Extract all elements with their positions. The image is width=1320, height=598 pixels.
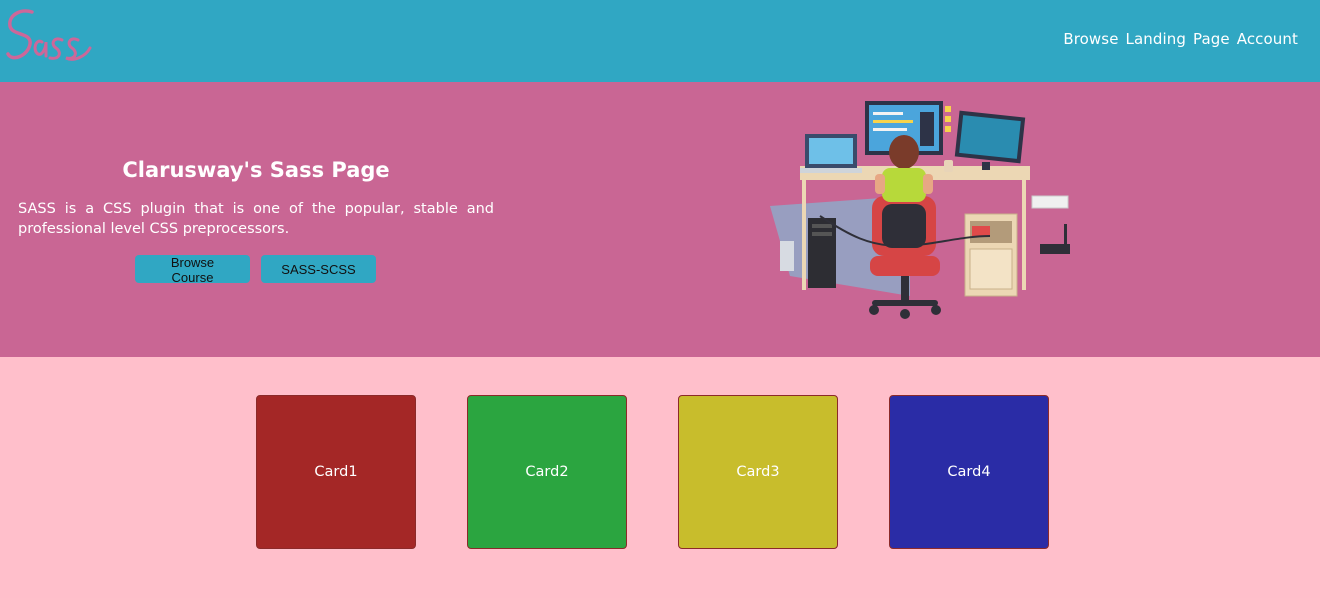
nav-account[interactable]: Account [1237, 30, 1298, 48]
hero-buttons: Browse Course SASS-SCSS [135, 255, 376, 285]
site-header: Browse Landing Page Account [0, 0, 1320, 82]
hero-section: Clarusway's Sass Page SASS is a CSS plug… [0, 82, 1320, 357]
sass-scss-button[interactable]: SASS-SCSS [261, 255, 376, 283]
hero-title: Clarusway's Sass Page [122, 158, 390, 182]
main-nav: Browse Landing Page Account [1063, 30, 1298, 48]
nav-browse[interactable]: Browse [1063, 30, 1118, 48]
sass-logo-icon[interactable] [2, 2, 94, 74]
cards-row: Card1 Card2 Card3 Card4 [256, 395, 1049, 549]
hero-description: SASS is a CSS plugin that is one of the … [18, 201, 494, 237]
card-4[interactable]: Card4 [889, 395, 1049, 549]
card-1[interactable]: Card1 [256, 395, 416, 549]
nav-page[interactable]: Page [1193, 30, 1230, 48]
nav-landing[interactable]: Landing [1126, 30, 1186, 48]
card-3[interactable]: Card3 [678, 395, 838, 549]
browse-course-button[interactable]: Browse Course [135, 255, 250, 285]
card-2[interactable]: Card2 [467, 395, 627, 549]
developer-at-desk-icon [770, 101, 1070, 319]
